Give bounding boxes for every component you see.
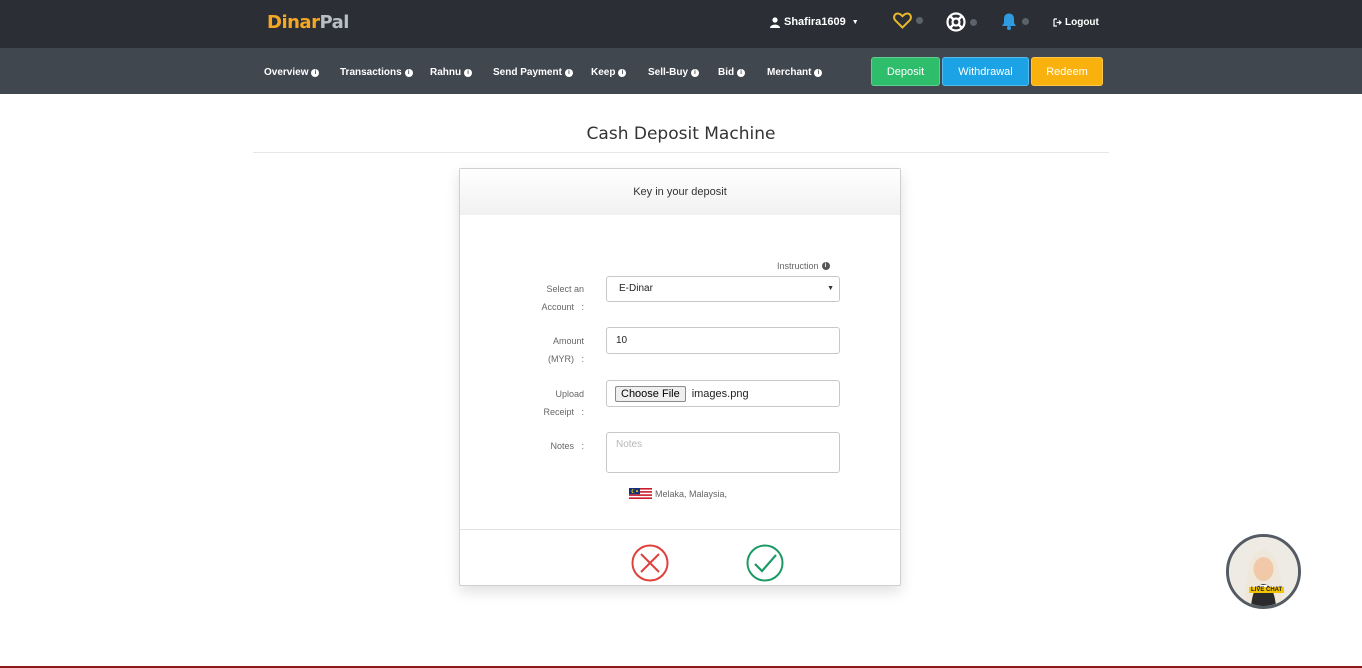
upload-label-line1: Upload bbox=[555, 389, 584, 399]
nav-item-label: Overview bbox=[264, 67, 309, 78]
live-chat-tag: LIVE CHAT bbox=[1249, 587, 1285, 593]
account-selected-value: E-Dinar bbox=[619, 283, 653, 294]
logout-label: Logout bbox=[1065, 17, 1099, 28]
amount-input[interactable]: 10 bbox=[606, 327, 840, 354]
nav-item-label: Send Payment bbox=[493, 67, 562, 78]
live-chat-agent-avatar bbox=[1229, 537, 1298, 606]
location-indicator: Melaka, Malaysia, bbox=[629, 488, 727, 499]
receipt-file-input: Choose File images.png bbox=[606, 380, 840, 407]
withdrawal-button[interactable]: Withdrawal bbox=[942, 57, 1029, 86]
confirm-check-icon[interactable] bbox=[746, 544, 784, 582]
instruction-link[interactable]: Instruction i bbox=[777, 261, 830, 271]
account-label-line2: Account : bbox=[530, 298, 584, 316]
nav-item-label: Sell-Buy bbox=[648, 67, 689, 78]
support-count-badge bbox=[970, 18, 977, 26]
upload-label-text: Receipt bbox=[543, 407, 574, 417]
nav-item-label: Bid bbox=[718, 67, 735, 78]
nav-item-label: Rahnu bbox=[430, 67, 462, 78]
user-menu[interactable]: Shafira1609 ▼ bbox=[770, 16, 859, 28]
heart-icon bbox=[893, 12, 912, 29]
selected-file-name: images.png bbox=[691, 387, 749, 400]
logo-part-2: Pal bbox=[319, 12, 349, 33]
nav-item-sell-buy[interactable]: Sell-Buy i bbox=[648, 67, 700, 78]
dinarpal-logo[interactable]: DinarPal bbox=[267, 12, 349, 33]
nav-item-transactions[interactable]: Transactions i bbox=[340, 67, 413, 78]
notifications-count-badge bbox=[1022, 18, 1029, 25]
caret-down-icon: ▼ bbox=[851, 18, 859, 26]
sign-out-icon bbox=[1053, 18, 1062, 27]
nav-item-label: Keep bbox=[591, 67, 616, 78]
malaysia-flag-icon bbox=[629, 488, 652, 499]
nav-item-label: Transactions bbox=[340, 67, 402, 78]
amount-label-line1: Amount bbox=[552, 336, 584, 346]
account-label-text: Account bbox=[541, 302, 574, 312]
nav-item-bid[interactable]: Bid i bbox=[718, 67, 746, 78]
notes-label: Notes : bbox=[530, 437, 584, 455]
info-icon: i bbox=[618, 68, 627, 77]
info-icon: i bbox=[464, 68, 473, 77]
info-icon: i bbox=[821, 262, 830, 270]
upload-label-line2: Receipt : bbox=[530, 403, 584, 421]
info-icon: i bbox=[814, 68, 823, 77]
dropdown-arrow-icon: ▼ bbox=[827, 285, 834, 292]
account-label-line1: Select an bbox=[546, 284, 584, 294]
favorites-count-badge bbox=[916, 17, 923, 24]
notes-label-text: Notes bbox=[550, 441, 574, 451]
page-title: Cash Deposit Machine bbox=[586, 124, 776, 144]
colon: : bbox=[581, 302, 584, 312]
top-bar: DinarPal Shafira1609 ▼ Logout bbox=[0, 0, 1362, 48]
choose-file-button[interactable]: Choose File bbox=[615, 385, 686, 402]
amount-label-line2: (MYR) : bbox=[530, 350, 584, 368]
cancel-icon[interactable] bbox=[631, 544, 669, 582]
username: Shafira1609 bbox=[784, 16, 846, 28]
lifebuoy-icon bbox=[946, 12, 966, 32]
nav-item-merchant[interactable]: Merchant i bbox=[767, 67, 823, 78]
amount-label-text: (MYR) bbox=[547, 354, 574, 364]
logout-link[interactable]: Logout bbox=[1053, 17, 1099, 28]
bell-icon bbox=[1002, 13, 1016, 30]
info-icon: i bbox=[564, 68, 573, 77]
deposit-button[interactable]: Deposit bbox=[871, 57, 940, 86]
live-chat-button[interactable]: LIVE CHAT bbox=[1226, 534, 1301, 609]
title-divider bbox=[253, 152, 1109, 153]
logo-part-1: Dinar bbox=[267, 12, 320, 33]
info-icon: i bbox=[311, 68, 320, 77]
instruction-label: Instruction bbox=[777, 261, 819, 271]
nav-item-overview[interactable]: Overview i bbox=[264, 67, 320, 78]
favorites-button[interactable] bbox=[893, 12, 923, 29]
card-header: Key in your deposit bbox=[460, 169, 900, 215]
nav-item-keep[interactable]: Keep i bbox=[591, 67, 627, 78]
deposit-form-card: Key in your deposit Instruction i Select… bbox=[459, 168, 901, 586]
colon: : bbox=[581, 441, 584, 451]
account-select[interactable]: E-Dinar ▼ bbox=[606, 276, 840, 302]
nav-item-rahnu[interactable]: Rahnu i bbox=[430, 67, 473, 78]
colon: : bbox=[581, 354, 584, 364]
info-icon: i bbox=[737, 68, 746, 77]
info-icon: i bbox=[404, 68, 413, 77]
footer-divider bbox=[460, 529, 900, 530]
redeem-button[interactable]: Redeem bbox=[1031, 57, 1103, 86]
nav-item-label: Merchant bbox=[767, 67, 812, 78]
nav-item-send-payment[interactable]: Send Payment i bbox=[493, 67, 573, 78]
notifications-button[interactable] bbox=[1000, 12, 1029, 31]
colon: : bbox=[581, 407, 584, 417]
support-button[interactable] bbox=[946, 12, 977, 32]
notes-textarea[interactable]: Notes bbox=[606, 432, 840, 473]
user-icon bbox=[770, 16, 780, 28]
location-text: Melaka, Malaysia, bbox=[655, 488, 728, 499]
info-icon: i bbox=[691, 68, 700, 77]
